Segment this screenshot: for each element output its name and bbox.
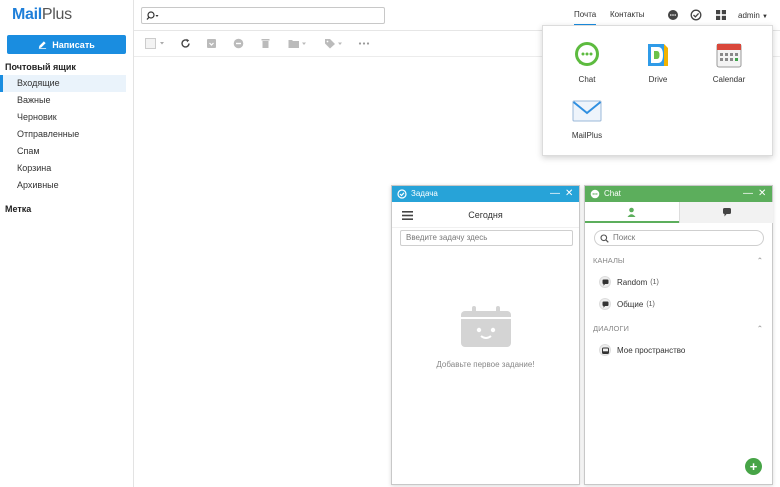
chat-tabs [585, 202, 773, 223]
folder-drafts[interactable]: Черновик [0, 109, 134, 126]
folder-list: Входящие Важные Черновик Отправленные Сп… [0, 75, 134, 194]
mailbox-title: Почтовый ящик [5, 62, 76, 72]
drive-app-icon [648, 44, 668, 66]
tab-mail[interactable]: Почта [574, 10, 597, 26]
compose-button[interactable]: Написать [7, 35, 126, 54]
trash-icon[interactable] [260, 38, 271, 49]
close-icon[interactable]: ✕ [758, 186, 766, 202]
app-mailplus-label: MailPlus [571, 131, 603, 140]
label-title[interactable]: Метка [5, 204, 31, 214]
folder-important[interactable]: Важные [0, 92, 134, 109]
app-calendar[interactable]: Calendar [694, 41, 764, 84]
minimize-icon[interactable]: — [550, 186, 560, 202]
task-today-title: Сегодня [468, 210, 503, 220]
search-icon [600, 234, 609, 243]
task-window-title: Задача [411, 189, 438, 198]
channel-icon [599, 276, 611, 288]
chat-window-title: Chat [604, 189, 621, 198]
folder-spam[interactable]: Спам [0, 143, 134, 160]
tag-icon[interactable] [324, 38, 344, 49]
app-chat-label: Chat [578, 75, 596, 84]
logo-plus-text: Plus [41, 6, 72, 23]
speech-bubble-icon [723, 208, 731, 217]
chat-bubble-icon[interactable] [667, 9, 679, 21]
personal-space-icon [599, 344, 611, 356]
folder-trash[interactable]: Корзина [0, 160, 134, 177]
dialog-my-space[interactable]: Мое пространство [599, 344, 685, 356]
chevron-up-icon: ⌃ [756, 256, 763, 265]
caret-down-icon: ▼ [762, 14, 768, 20]
archive-icon[interactable] [206, 38, 217, 49]
mailplus-app-icon [572, 100, 602, 122]
username: admin [738, 11, 760, 20]
channel-icon [599, 298, 611, 310]
app-drive[interactable]: Drive [623, 41, 693, 84]
channels-title: КАНАЛЫ [593, 256, 625, 265]
block-icon[interactable] [233, 38, 244, 49]
tab-conversations[interactable] [679, 202, 773, 223]
channels-section-header[interactable]: КАНАЛЫ ⌃ [593, 256, 765, 265]
chat-window-header[interactable]: Chat — ✕ [585, 186, 772, 202]
tab-contacts[interactable]: Контакты [610, 10, 645, 19]
select-checkbox-icon[interactable] [145, 38, 167, 49]
channel-count: (1) [650, 278, 659, 286]
chevron-up-icon: ⌃ [756, 324, 763, 333]
person-icon [627, 207, 636, 217]
chat-app-icon [575, 42, 599, 66]
apps-grid-icon[interactable] [715, 9, 727, 21]
folder-move-icon[interactable] [288, 38, 308, 49]
task-input[interactable]: Введите задачу здесь [400, 230, 573, 246]
task-subheader: Сегодня [392, 202, 579, 228]
channel-count: (1) [646, 300, 655, 308]
tab-contacts-people[interactable] [585, 202, 679, 223]
app-launcher-menu: Chat Drive Calendar MailPlus [542, 25, 773, 156]
dialogs-section-header[interactable]: ДИАЛОГИ ⌃ [593, 324, 765, 333]
pencil-icon [39, 41, 47, 49]
chat-window: Chat — ✕ Поиск КАНАЛЫ ⌃ Random (1) Общие… [584, 185, 773, 485]
compose-label: Написать [52, 39, 95, 50]
empty-calendar-icon [461, 306, 511, 347]
channel-general[interactable]: Общие (1) [599, 298, 655, 310]
sidebar: MailPlus Написать Почтовый ящик Входящие… [0, 0, 134, 487]
add-conversation-button[interactable]: + [745, 458, 762, 475]
search-input[interactable] [141, 7, 385, 24]
task-window-header[interactable]: Задача — ✕ [392, 186, 579, 202]
app-drive-label: Drive [648, 75, 668, 84]
chat-bubble-icon [590, 189, 600, 199]
chat-search-placeholder: Поиск [613, 233, 636, 242]
dialog-name: Мое пространство [617, 345, 686, 355]
app-calendar-label: Calendar [712, 75, 746, 84]
task-check-icon [397, 189, 407, 199]
calendar-app-icon [716, 43, 742, 68]
logo-mail-text: Mail [12, 6, 42, 23]
more-icon[interactable] [358, 38, 370, 49]
search-icon [146, 11, 159, 20]
minimize-icon[interactable]: — [743, 186, 753, 202]
task-empty-message: Добавьте первое задание! [436, 360, 535, 369]
user-menu[interactable]: admin ▼ [738, 11, 768, 20]
mailplus-logo[interactable]: MailPlus [12, 6, 72, 24]
folder-inbox[interactable]: Входящие [0, 75, 126, 92]
refresh-icon[interactable] [180, 38, 191, 49]
channel-name: Random [617, 277, 648, 287]
channel-name: Общие [617, 299, 644, 309]
folder-sent[interactable]: Отправленные [0, 126, 134, 143]
close-icon[interactable]: ✕ [565, 186, 573, 202]
task-window: Задача — ✕ Сегодня Введите задачу здесь … [391, 185, 580, 485]
task-check-icon[interactable] [690, 9, 702, 21]
channel-random[interactable]: Random (1) [599, 276, 659, 288]
app-chat[interactable]: Chat [552, 41, 622, 84]
folder-archive[interactable]: Архивные [0, 177, 134, 194]
chat-search-input[interactable]: Поиск [594, 230, 764, 246]
dialogs-title: ДИАЛОГИ [593, 324, 629, 333]
app-mailplus[interactable]: MailPlus [552, 97, 622, 140]
